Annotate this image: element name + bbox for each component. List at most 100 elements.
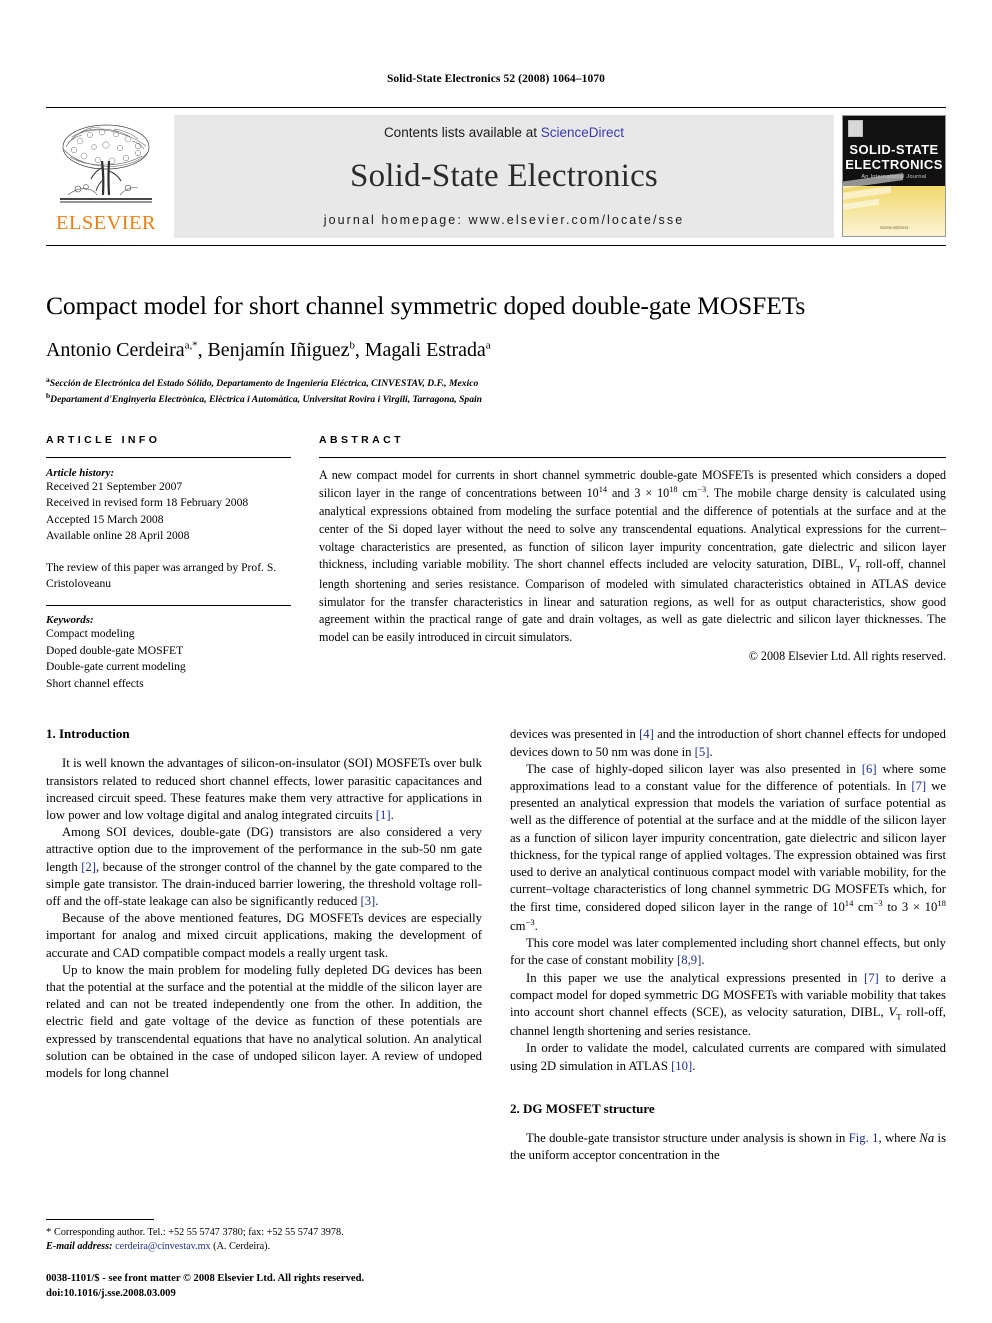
- history-online: Available online 28 April 2008: [46, 529, 190, 543]
- footnote-area: * Corresponding author. Tel.: +52 55 574…: [46, 1218, 471, 1301]
- email-note: E-mail address: cerdeira@cinvestav.mx (A…: [46, 1240, 471, 1254]
- keyword-item: Doped double-gate MOSFET: [46, 643, 184, 657]
- paragraph-right-3: This core model was later complemented i…: [510, 935, 946, 969]
- email-owner: (A. Cerdeira).: [213, 1240, 271, 1252]
- paragraph-intro-1: It is well known the advantages of silic…: [46, 755, 482, 824]
- abstract-text: A new compact model for currents in shor…: [319, 467, 946, 647]
- cover-title-line1: SOLID-STATE: [849, 142, 939, 157]
- article-info-column: ARTICLE INFO Article history: Received 2…: [46, 434, 291, 693]
- para-seg: This core model was later complemented i…: [510, 936, 946, 968]
- author-list: Antonio Cerdeiraa,*, Benjamín Iñiguezb, …: [46, 338, 946, 362]
- para-seg: devices was presented in: [510, 727, 640, 742]
- article-page: Solid-State Electronics 52 (2008) 1064–1…: [0, 0, 992, 1323]
- citation-1[interactable]: [1]: [376, 808, 391, 822]
- para-seg: The case of highly-doped silicon layer w…: [526, 761, 862, 776]
- affiliation-a-text: Sección de Electrónica del Estado Sólido…: [49, 377, 479, 389]
- para-seg: It is well known the advantages of silic…: [46, 756, 482, 822]
- keywords-label: Keywords:: [46, 614, 94, 627]
- abstract-exp-18: 18: [669, 485, 678, 495]
- title-block: Compact model for short channel symmetri…: [46, 291, 946, 407]
- para-seg: , where: [878, 1130, 920, 1145]
- corresponding-author-text: Corresponding author. Tel.: +52 55 5747 …: [54, 1226, 344, 1238]
- author-sep-1: ,: [197, 338, 208, 361]
- paragraph-right-2: The case of highly-doped silicon layer w…: [510, 761, 946, 936]
- citation-4[interactable]: [4]: [639, 727, 654, 741]
- affiliation-a: aSección de Electrónica del Estado Sólid…: [46, 375, 946, 391]
- right-column: devices was presented in [4] and the int…: [510, 726, 946, 1164]
- para-seg: , because of the stronger control of the…: [46, 859, 482, 908]
- exp-minus3-b: −3: [525, 916, 535, 927]
- page-title: Compact model for short channel symmetri…: [46, 290, 806, 320]
- citation-8-9[interactable]: [8,9]: [677, 953, 701, 967]
- sciencedirect-link[interactable]: ScienceDirect: [541, 125, 624, 140]
- history-revised: Received in revised form 18 February 200…: [46, 496, 249, 510]
- history-accepted: Accepted 15 March 2008: [46, 512, 164, 526]
- para-seg: cm: [510, 919, 526, 933]
- keyword-item: Short channel effects: [46, 676, 144, 690]
- citation-2[interactable]: [2]: [81, 860, 96, 874]
- doi-line: doi:10.1016/j.sse.2008.03.009: [46, 1287, 176, 1299]
- journal-title: Solid-State Electronics: [350, 158, 658, 195]
- abstract-exp-minus3: −3: [697, 485, 707, 495]
- citation-7[interactable]: [7]: [911, 779, 926, 793]
- para-seg: .: [390, 807, 394, 822]
- author-sep-2: ,: [354, 338, 365, 361]
- para-seg: to 3 × 10: [882, 900, 938, 915]
- para-seg: .: [692, 1058, 696, 1073]
- elsevier-tree-icon: [54, 117, 158, 213]
- paragraph-right-5: In order to validate the model, calculat…: [510, 1040, 946, 1074]
- affiliation-list: aSección de Electrónica del Estado Sólid…: [46, 375, 946, 407]
- issn-line: 0038-1101/$ - see front matter © 2008 El…: [46, 1272, 365, 1284]
- paragraph-intro-3: Because of the above mentioned features,…: [46, 911, 482, 960]
- keyword-item: Double-gate current modeling: [46, 660, 186, 674]
- elsevier-logo: ELSEVIER: [46, 115, 166, 238]
- journal-banner: Contents lists available at ScienceDirec…: [174, 115, 834, 238]
- paragraph-right-4: In this paper we use the analytical expr…: [510, 970, 946, 1041]
- paragraph-intro-2: Among SOI devices, double-gate (DG) tran…: [46, 824, 482, 910]
- journal-cover-thumbnail[interactable]: SOLID-STATE ELECTRONICS An International…: [842, 115, 946, 237]
- para-seg: .: [709, 744, 713, 759]
- para-seg: .: [701, 953, 705, 968]
- abstract-column: ABSTRACT A new compact model for current…: [319, 434, 946, 693]
- citation-7-b[interactable]: [7]: [864, 971, 879, 985]
- para-seg: The double-gate transistor structure und…: [526, 1130, 849, 1145]
- journal-masthead: ELSEVIER Contents lists available at Sci…: [46, 107, 946, 238]
- email-link[interactable]: cerdeira@cinvestav.mx: [115, 1241, 211, 1252]
- contents-prefix: Contents lists available at: [383, 125, 541, 140]
- para-seg: In this paper we use the analytical expr…: [526, 970, 864, 985]
- author-2-name: Benjamín Iñiguez: [207, 338, 350, 361]
- paragraph-right-6: The double-gate transistor structure und…: [510, 1130, 946, 1164]
- paragraph-intro-4: Up to know the main problem for modeling…: [46, 962, 482, 1080]
- abstract-vt-symbol: V: [848, 557, 856, 572]
- abstract-label: ABSTRACT: [319, 433, 404, 446]
- cover-elsevier-icon: [848, 120, 863, 137]
- figure-link-fig1[interactable]: Fig. 1: [849, 1131, 879, 1145]
- author-3-marker: a: [485, 338, 491, 351]
- contents-available-line: Contents lists available at ScienceDirec…: [384, 125, 624, 140]
- footnote-divider: [46, 1218, 154, 1220]
- abstract-copyright: © 2008 Elsevier Ltd. All rights reserved…: [748, 648, 946, 663]
- left-column: 1. Introduction It is well known the adv…: [46, 726, 482, 1164]
- issn-block: 0038-1101/$ - see front matter © 2008 El…: [46, 1271, 471, 1301]
- review-note: The review of this paper was arranged by…: [46, 560, 277, 591]
- keywords-rule: Keywords: Compact modeling Doped double-…: [46, 605, 291, 692]
- citation-3[interactable]: [3]: [360, 894, 375, 908]
- article-info-rule: Article history: Received 21 September 2…: [46, 456, 291, 593]
- abstract-exp-14: 14: [598, 485, 608, 495]
- section-heading-dg-mosfet-structure: 2. DG MOSFET structure: [510, 1100, 655, 1116]
- para-seg: In order to validate the model, calculat…: [510, 1041, 946, 1073]
- citation-6[interactable]: [6]: [862, 762, 877, 776]
- article-info-label: ARTICLE INFO: [46, 433, 161, 446]
- body-columns: 1. Introduction It is well known the adv…: [46, 726, 946, 1164]
- article-history-label: Article history:: [46, 466, 115, 479]
- exp-18: 18: [937, 898, 946, 909]
- abstract-seg-3: cm: [677, 486, 698, 501]
- citation-5[interactable]: [5]: [695, 745, 710, 759]
- para-seg: .: [375, 893, 379, 908]
- para-seg: cm: [853, 900, 874, 915]
- running-head: Solid-State Electronics 52 (2008) 1064–1…: [386, 73, 606, 85]
- journal-homepage[interactable]: journal homepage: www.elsevier.com/locat…: [324, 213, 685, 227]
- citation-10[interactable]: [10]: [671, 1059, 692, 1073]
- masthead-bottom-rule: [46, 244, 946, 246]
- keyword-item: Compact modeling: [46, 627, 135, 641]
